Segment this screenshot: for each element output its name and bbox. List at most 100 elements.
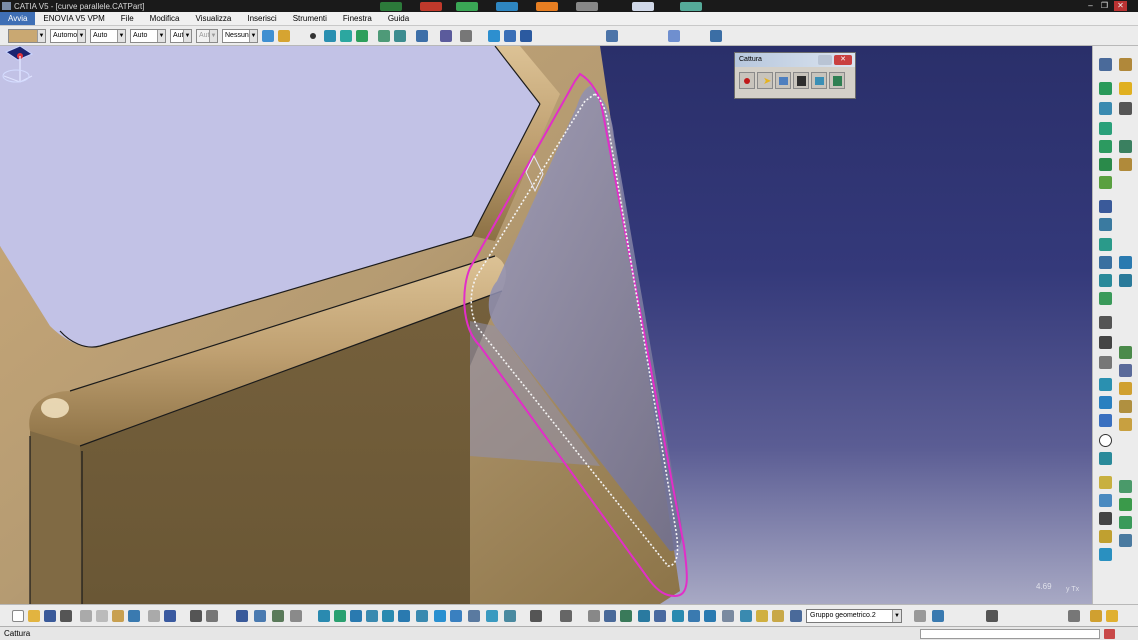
rotate-view-icon[interactable] <box>366 610 378 622</box>
reaction-icon[interactable] <box>1090 610 1102 622</box>
scaling-icon[interactable] <box>1119 274 1132 287</box>
sketch-icon[interactable] <box>1099 58 1112 71</box>
3d-viewport[interactable]: 4.69 y Tx <box>0 46 1092 604</box>
point-icon[interactable] <box>1099 82 1112 95</box>
knowledge-icon[interactable] <box>1068 610 1080 622</box>
sketch-tool-icon[interactable] <box>272 610 284 622</box>
compass-tool-icon[interactable] <box>604 610 616 622</box>
minimize-icon[interactable] <box>818 55 832 65</box>
join-icon[interactable] <box>1099 200 1112 213</box>
select-icon[interactable]: ➤ <box>757 72 773 89</box>
search-icon[interactable] <box>710 30 722 42</box>
render-style-icon[interactable] <box>668 30 680 42</box>
fillet-icon[interactable] <box>1099 238 1112 251</box>
stack-icon[interactable] <box>1119 346 1132 359</box>
options-icon[interactable] <box>829 72 845 89</box>
pointer-icon[interactable] <box>1119 82 1132 95</box>
point-icon[interactable] <box>310 33 316 39</box>
filter-icon[interactable] <box>290 610 302 622</box>
menu-finestra[interactable]: Finestra <box>335 12 380 25</box>
help-icon[interactable] <box>164 610 176 622</box>
inertia-icon[interactable] <box>1119 534 1132 547</box>
grid-icon[interactable] <box>1119 364 1132 377</box>
fly-mode-icon[interactable] <box>318 610 330 622</box>
multi-view-icon[interactable] <box>434 610 446 622</box>
helix-icon[interactable] <box>1119 498 1132 511</box>
rotate-icon[interactable] <box>1119 256 1132 269</box>
paste-icon[interactable] <box>112 610 124 622</box>
menu-file[interactable]: File <box>113 12 142 25</box>
restore-icon[interactable]: ❐ <box>1098 1 1111 11</box>
sphere-icon[interactable] <box>1099 158 1112 171</box>
pattern-icon[interactable] <box>1119 418 1132 431</box>
revolve-icon[interactable] <box>1119 140 1132 153</box>
image-icon[interactable] <box>811 72 827 89</box>
measure-tool-icon[interactable] <box>740 610 752 622</box>
extrapolate-icon[interactable] <box>1099 292 1112 305</box>
analysis-icon[interactable] <box>504 30 516 42</box>
undo-icon[interactable] <box>128 610 140 622</box>
menu-modifica[interactable]: Modifica <box>142 12 188 25</box>
cut-icon[interactable] <box>80 610 92 622</box>
fill-surface-icon[interactable] <box>1099 176 1112 189</box>
zoom-in-icon[interactable] <box>382 610 394 622</box>
geometric-set-icon[interactable] <box>790 610 802 622</box>
corner-icon[interactable] <box>1119 480 1132 493</box>
menu-visualizza[interactable]: Visualizza <box>187 12 239 25</box>
minimize-icon[interactable]: – <box>1084 1 1097 11</box>
insert-body-icon[interactable] <box>914 610 926 622</box>
boolean-icon[interactable] <box>1119 516 1132 529</box>
grid-icon[interactable] <box>440 30 452 42</box>
join-icon[interactable] <box>378 30 390 42</box>
law-icon[interactable] <box>1119 382 1132 395</box>
line-thickness-select[interactable]: Auto ▼ <box>90 29 126 43</box>
angle-icon[interactable] <box>986 610 998 622</box>
record-icon[interactable] <box>739 72 755 89</box>
fill-icon[interactable] <box>356 30 368 42</box>
offset-icon[interactable] <box>1119 158 1132 171</box>
plane-tool-icon[interactable] <box>1099 356 1112 369</box>
workbench-icon[interactable] <box>1119 58 1132 71</box>
open-folder-icon[interactable] <box>28 610 40 622</box>
shading-icon[interactable] <box>468 610 480 622</box>
capture-icon[interactable] <box>775 72 791 89</box>
project-icon[interactable] <box>1099 414 1112 427</box>
geometric-set-select[interactable]: Gruppo geometrico.2 ▼ <box>806 609 902 623</box>
define-in-work-icon[interactable] <box>932 610 944 622</box>
menu-enovia[interactable]: ENOVIA V5 VPM <box>35 12 112 25</box>
hierarchy-icon[interactable] <box>254 610 266 622</box>
redo-icon[interactable] <box>148 610 160 622</box>
axis-icon[interactable] <box>1119 102 1132 115</box>
screen-icon[interactable] <box>704 610 716 622</box>
camera-icon[interactable] <box>560 610 572 622</box>
axis-tool-icon[interactable] <box>620 610 632 622</box>
menu-strumenti[interactable]: Strumenti <box>285 12 335 25</box>
blend-icon[interactable] <box>1119 400 1132 413</box>
layer-select[interactable]: Nessun ▼ <box>222 29 258 43</box>
work-on-support-icon[interactable] <box>688 610 700 622</box>
connect-curve-icon[interactable] <box>1099 476 1112 489</box>
hide-show-icon[interactable] <box>486 610 498 622</box>
time-icon[interactable] <box>588 610 600 622</box>
sweep-icon[interactable] <box>340 30 352 42</box>
line-tool-icon[interactable] <box>1099 336 1112 349</box>
line-icon[interactable] <box>1099 102 1112 115</box>
new-file-icon[interactable] <box>12 610 24 622</box>
swap-space-icon[interactable] <box>504 610 516 622</box>
point-type-select[interactable]: Aut ▼ <box>170 29 192 43</box>
normal-view-icon[interactable] <box>416 610 428 622</box>
album-icon[interactable] <box>793 72 809 89</box>
compass-icon[interactable] <box>0 46 36 90</box>
pan-icon[interactable] <box>350 610 362 622</box>
plane-view-icon[interactable] <box>638 610 650 622</box>
boundary-tool-icon[interactable] <box>1099 396 1112 409</box>
painter-icon[interactable] <box>262 30 274 42</box>
surface-tool-icon[interactable] <box>1099 378 1112 391</box>
properties-icon[interactable] <box>278 30 290 42</box>
catalog-icon[interactable] <box>236 610 248 622</box>
boundary-icon[interactable] <box>416 30 428 42</box>
translate-icon[interactable] <box>1099 256 1112 269</box>
update-icon[interactable] <box>530 610 542 622</box>
copy-icon[interactable] <box>96 610 108 622</box>
line-type-select[interactable]: Auto ▼ <box>130 29 166 43</box>
